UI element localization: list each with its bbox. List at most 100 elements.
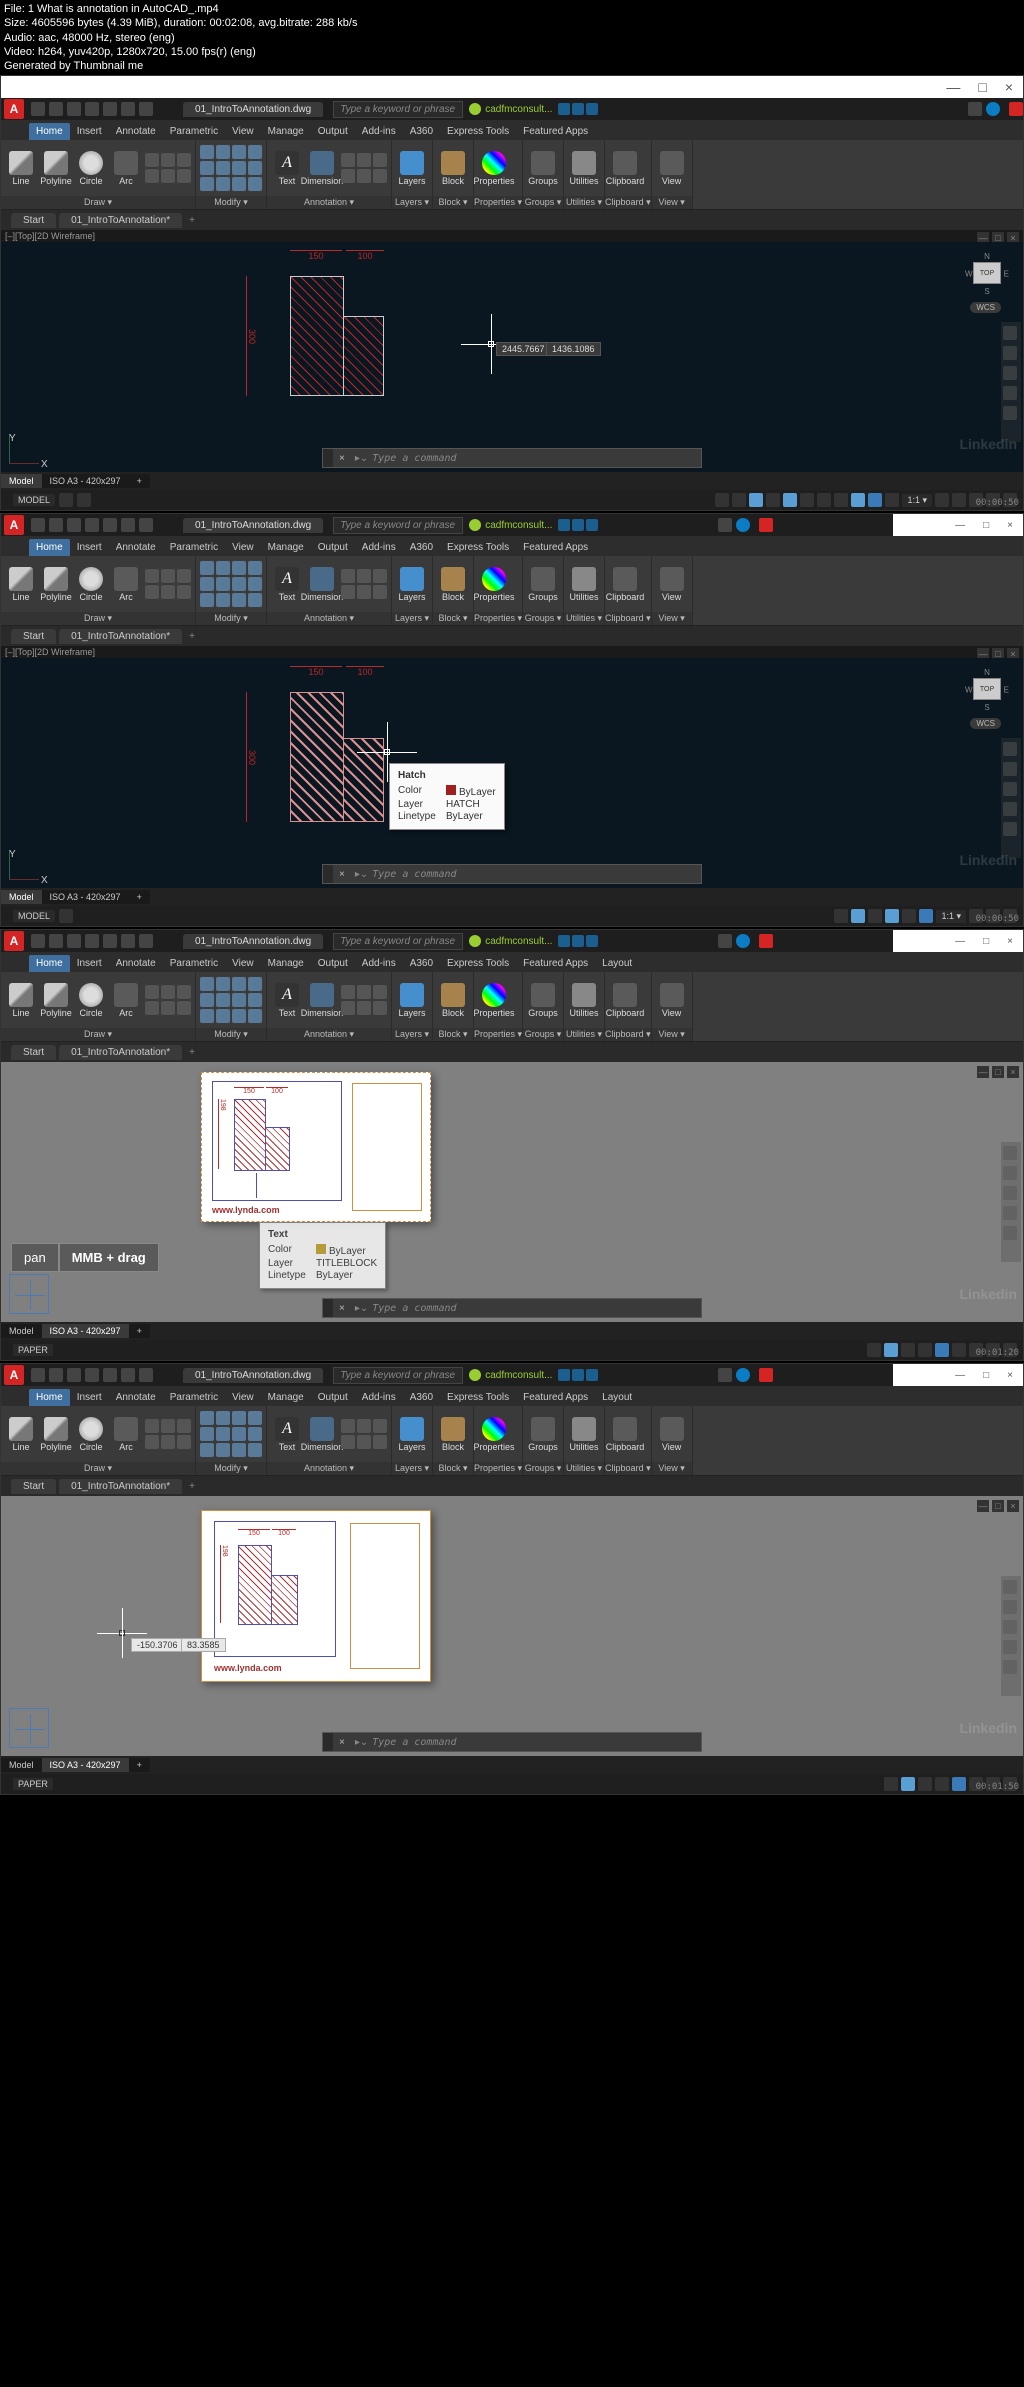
lynda-link: www.lynda.com <box>212 1205 280 1215</box>
tab-new[interactable]: + <box>185 213 199 227</box>
utilities-button[interactable]: Utilities <box>568 151 600 186</box>
help-search[interactable]: Type a keyword or phrase <box>333 101 463 118</box>
autocad-logo[interactable]: A <box>4 99 24 119</box>
anno-small[interactable] <box>341 153 387 183</box>
meta-size: Size: 4605596 bytes (4.39 MiB), duration… <box>4 16 1020 30</box>
qat-icon[interactable] <box>85 102 99 116</box>
panel-annotation: AText Dimension Annotation ▾ <box>267 140 392 209</box>
watermark: Linkedin <box>959 436 1017 452</box>
thumbnail-frame-3: A01_IntroToAnnotation.dwgType a keyword … <box>0 929 1024 1361</box>
anno-scale[interactable]: 1:1 ▾ <box>902 494 932 507</box>
exchange-icons <box>558 103 598 115</box>
wcs-badge[interactable]: WCS <box>970 302 1001 313</box>
qat-icon[interactable] <box>31 102 45 116</box>
tab-view[interactable]: View <box>225 123 261 140</box>
app-titlebar: A 01_IntroToAnnotation.dwg Type a keywor… <box>1 514 1023 536</box>
coord-y: 1436.1086 <box>546 342 601 356</box>
panel-view: ViewView ▾ <box>652 140 693 209</box>
properties-button[interactable]: Properties <box>478 151 510 186</box>
ribbon: Line Polyline Circle Arc Draw ▾ Modify ▾… <box>1 140 1023 210</box>
paper-space-canvas[interactable]: —□× 150 100 198 www.lynda.com -150.3706 … <box>1 1496 1023 1756</box>
close-button[interactable]: × <box>1005 79 1013 95</box>
navigation-bar[interactable] <box>1001 322 1021 442</box>
line-button[interactable]: Line <box>5 151 37 186</box>
space-toggle[interactable]: MODEL <box>13 494 55 506</box>
help-button[interactable] <box>986 102 1000 116</box>
qat-icon[interactable] <box>139 102 153 116</box>
tab-insert[interactable]: Insert <box>70 123 109 140</box>
tab-addins[interactable]: Add-ins <box>355 123 403 140</box>
tab-start[interactable]: Start <box>11 213 56 228</box>
x-icon[interactable] <box>586 103 598 115</box>
autocad-logo[interactable]: A <box>4 515 24 535</box>
coord-x: 2445.7667 <box>496 342 551 356</box>
maximize-button[interactable]: □ <box>978 79 986 95</box>
file-metadata: File: 1 What is annotation in AutoCAD_.m… <box>0 0 1024 75</box>
meta-video: Video: h264, yuv420p, 1280x720, 15.00 fp… <box>4 45 1020 59</box>
window-close-icon[interactable] <box>1009 102 1023 116</box>
thumbnail-frame-2: A 01_IntroToAnnotation.dwg Type a keywor… <box>0 513 1024 927</box>
text-button[interactable]: AText <box>271 151 303 186</box>
x-icon[interactable] <box>558 103 570 115</box>
help-icon[interactable] <box>968 102 982 116</box>
app-titlebar: A 01_IntroToAnnotation.dwg Type a keywor… <box>1 98 1023 120</box>
signin-user[interactable]: cadfmconsult... <box>469 103 552 115</box>
document-tabs: Start 01_IntroToAnnotation* + <box>1 210 1023 230</box>
tab-parametric[interactable]: Parametric <box>163 123 225 140</box>
hover-tooltip: Hatch ColorByLayer LayerHATCH LinetypeBy… <box>389 763 505 830</box>
tab-featured[interactable]: Featured Apps <box>516 123 595 140</box>
drawing-canvas[interactable]: NSEWTOP WCS 150 100 300 Hatch ColorByLay… <box>1 658 1023 888</box>
meta-file: File: 1 What is annotation in AutoCAD_.m… <box>4 2 1020 16</box>
thumbnail-frame-4: A01_IntroToAnnotation.dwgType a keyword … <box>0 1363 1024 1795</box>
draw-small-tools[interactable] <box>145 153 191 183</box>
tab-annotate[interactable]: Annotate <box>109 123 163 140</box>
arc-button[interactable]: Arc <box>110 151 142 186</box>
tab-manage[interactable]: Manage <box>261 123 311 140</box>
polyline-button[interactable]: Polyline <box>40 151 72 186</box>
tab-model[interactable]: Model <box>1 474 42 488</box>
qat-icon[interactable] <box>67 102 81 116</box>
paper-space-canvas[interactable]: —□× 150 100 198 www.lynda.com Text Color… <box>1 1062 1023 1322</box>
qat-icon[interactable] <box>49 102 63 116</box>
viewcube[interactable]: NSEW TOP <box>965 252 1009 296</box>
viewport-label[interactable]: [–][Top][2D Wireframe] —□× <box>1 230 1023 242</box>
meta-audio: Audio: aac, 48000 Hz, stereo (eng) <box>4 31 1020 45</box>
qat-icon[interactable] <box>121 102 135 116</box>
panel-utilities: UtilitiesUtilities ▾ <box>564 140 605 209</box>
tab-a360[interactable]: A360 <box>403 123 440 140</box>
tab-express[interactable]: Express Tools <box>440 123 516 140</box>
status-bar: MODEL 1:1 ▾ <box>1 490 1023 510</box>
dimension-button[interactable]: Dimension <box>306 151 338 186</box>
x-icon[interactable] <box>572 103 584 115</box>
clipboard-button[interactable]: Clipboard <box>609 151 641 186</box>
layers-button[interactable]: Layers <box>396 151 428 186</box>
modify-tools[interactable] <box>200 145 262 191</box>
panel-draw: Line Polyline Circle Arc Draw ▾ <box>1 140 196 209</box>
thumbnail-frame-1: — □ × A 01_IntroToAnnotation.dwg Type a … <box>0 75 1024 511</box>
qat-icon[interactable] <box>103 102 117 116</box>
tab-add-layout[interactable]: + <box>129 474 150 488</box>
help-cluster <box>968 102 1000 116</box>
tab-layout[interactable]: ISO A3 - 420x297 <box>42 474 129 488</box>
panel-groups: GroupsGroups ▾ <box>523 140 564 209</box>
timestamp: 00:00:50 <box>976 498 1019 508</box>
tab-document[interactable]: 01_IntroToAnnotation* <box>59 213 182 228</box>
block-button[interactable]: Block <box>437 151 469 186</box>
paper-sheet: 150 100 198 www.lynda.com <box>201 1072 431 1222</box>
panel-clipboard: ClipboardClipboard ▾ <box>605 140 652 209</box>
tab-output[interactable]: Output <box>311 123 355 140</box>
text-hover-tooltip: Text ColorByLayer LayerTITLEBLOCK Linety… <box>259 1222 386 1289</box>
ribbon-tabstrip: Home Insert Annotate Parametric View Man… <box>1 120 1023 140</box>
panel-properties: PropertiesProperties ▾ <box>474 140 523 209</box>
tab-home[interactable]: Home <box>29 123 70 140</box>
panel-modify: Modify ▾ <box>196 140 267 209</box>
document-title: 01_IntroToAnnotation.dwg <box>183 102 323 117</box>
coord-y: 83.3585 <box>181 1638 226 1652</box>
minimize-button[interactable]: — <box>946 79 960 95</box>
pan-hint: panMMB + drag <box>11 1243 159 1272</box>
circle-button[interactable]: Circle <box>75 151 107 186</box>
view-button[interactable]: View <box>656 151 688 186</box>
drawing-canvas[interactable]: NSEW TOP WCS 150 100 300 2445.7667 1436.… <box>1 242 1023 472</box>
groups-button[interactable]: Groups <box>527 151 559 186</box>
command-line[interactable]: ×▸⌄Type a command <box>322 448 702 468</box>
